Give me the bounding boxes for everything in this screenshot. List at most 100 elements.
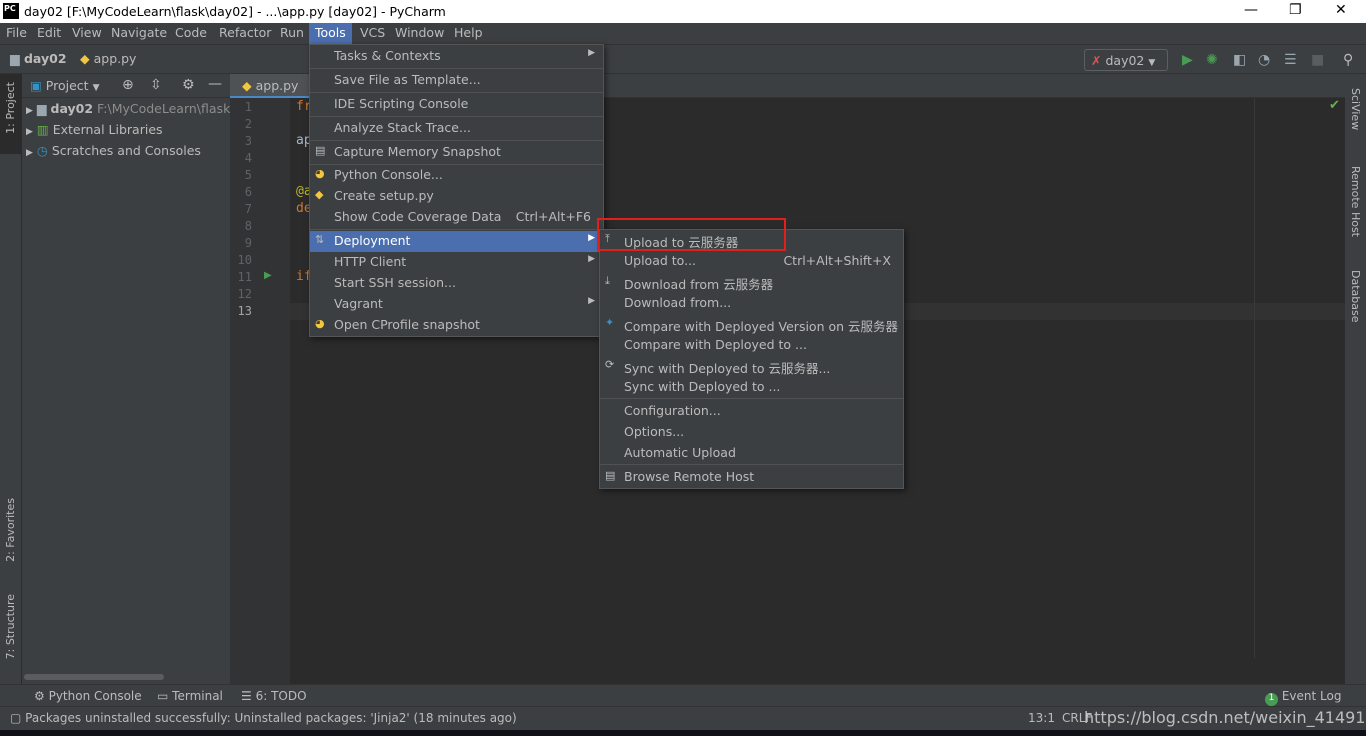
breadcrumb-file[interactable]: ◆ app.py: [80, 51, 136, 66]
menu-separator: [310, 68, 603, 69]
run-config-label: day02: [1105, 53, 1145, 68]
menu-item-tasks-contexts[interactable]: Tasks & Contexts ▶: [310, 46, 603, 67]
event-count-badge: 1: [1265, 693, 1278, 706]
menu-item-browse-remote-host[interactable]: ▤ Browse Remote Host: [600, 467, 903, 488]
menu-vcs[interactable]: VCS: [354, 23, 391, 44]
menu-item-create-setup-py[interactable]: ◆ Create setup.py: [310, 186, 603, 207]
menu-item-label: Sync with Deployed to ...: [624, 379, 781, 394]
shortcut-label: Ctrl+Alt+F6: [515, 209, 591, 224]
menu-refactor[interactable]: Refactor: [213, 23, 277, 44]
status-message[interactable]: ▢ Packages uninstalled successfully: Uni…: [10, 711, 517, 725]
structure-tool-button[interactable]: 7: Structure: [4, 594, 17, 659]
menu-item-compare-with-deployed-to[interactable]: Compare with Deployed to ...: [600, 335, 903, 356]
menu-item-start-ssh-session[interactable]: Start SSH session...: [310, 273, 603, 294]
menu-item-label: Tasks & Contexts: [334, 48, 441, 63]
maximize-icon[interactable]: ❐: [1289, 2, 1302, 18]
menu-view[interactable]: View: [66, 23, 108, 44]
breadcrumb-project-label: day02: [23, 51, 67, 66]
event-log-tool-button[interactable]: 1 Event Log: [1265, 689, 1341, 706]
breadcrumb-project[interactable]: ▆ day02: [10, 51, 67, 66]
python-console-tool-button[interactable]: ⚙ Python Console: [34, 689, 142, 703]
line-number: 7: [244, 202, 252, 216]
coverage-icon[interactable]: ◧: [1233, 52, 1246, 68]
menu-run[interactable]: Run: [274, 23, 310, 44]
menu-item-compare-with-deployed-version-on[interactable]: ✦ Compare with Deployed Version on 云服务器: [600, 314, 903, 335]
menu-item-analyze-stack-trace[interactable]: Analyze Stack Trace...: [310, 118, 603, 139]
project-view-select[interactable]: ▣ Project ▼: [30, 78, 99, 93]
menu-separator: [310, 92, 603, 93]
menu-item-http-client[interactable]: HTTP Client ▶: [310, 252, 603, 273]
run-gutter-icon[interactable]: ▶: [264, 270, 272, 281]
menu-item-show-code-coverage-data[interactable]: Show Code Coverage Data Ctrl+Alt+F6: [310, 207, 603, 228]
menu-item-open-cprofile-snapshot[interactable]: ◕ Open CProfile snapshot: [310, 315, 603, 336]
stop-icon[interactable]: ■: [1311, 52, 1324, 68]
left-tool-strip: 1: Project 2: Favorites 7: Structure: [0, 74, 22, 684]
project-tool-button[interactable]: 1: Project: [4, 82, 17, 134]
locate-icon[interactable]: ⊕: [122, 77, 134, 93]
tree-item-day02[interactable]: ▶ ▆ day02 F:\MyCodeLearn\flask: [26, 101, 230, 122]
menu-help[interactable]: Help: [448, 23, 489, 44]
search-icon[interactable]: ⚲: [1343, 52, 1353, 68]
menu-item-download-from[interactable]: ⤓ Download from 云服务器: [600, 272, 903, 293]
project-panel-header: ▣ Project ▼ ⊕ ⇳ ⚙ —: [22, 74, 230, 98]
menu-item-save-file-as-template[interactable]: Save File as Template...: [310, 70, 603, 91]
menu-item-ide-scripting-console[interactable]: IDE Scripting Console: [310, 94, 603, 115]
minimize-icon[interactable]: —: [1244, 2, 1258, 18]
caret-position[interactable]: 13:1: [1028, 711, 1055, 725]
menu-item-deployment[interactable]: ⇅ Deployment ▶: [310, 231, 603, 252]
submenu-arrow-icon: ▶: [588, 296, 595, 306]
chevron-down-icon: ▼: [92, 83, 100, 93]
collapse-all-icon[interactable]: ⇳: [150, 77, 162, 93]
menu-item-download-from[interactable]: Download from...: [600, 293, 903, 314]
menu-separator: [310, 164, 603, 165]
menu-file[interactable]: File: [0, 23, 33, 44]
hide-icon[interactable]: —: [208, 76, 222, 92]
favorites-tool-button[interactable]: 2: Favorites: [4, 498, 17, 562]
gear-icon[interactable]: ⚙: [182, 77, 195, 93]
profile-icon[interactable]: ◔: [1258, 52, 1270, 68]
tree-item-scratches[interactable]: ▶ ◷ Scratches and Consoles: [26, 143, 201, 164]
tree-item-external-libraries[interactable]: ▶ ▥ External Libraries: [26, 122, 163, 143]
concurrency-icon[interactable]: ☰: [1284, 52, 1297, 68]
menu-code[interactable]: Code: [169, 23, 213, 44]
menu-item-capture-memory-snapshot[interactable]: ▤ Capture Memory Snapshot: [310, 142, 603, 163]
menu-item-configuration[interactable]: Configuration...: [600, 401, 903, 422]
menu-item-sync-with-deployed-to[interactable]: ⟳ Sync with Deployed to 云服务器...: [600, 356, 903, 377]
menu-item-python-console[interactable]: ◕ Python Console...: [310, 165, 603, 186]
menu-edit[interactable]: Edit: [31, 23, 67, 44]
download-icon: ⤓: [605, 274, 610, 287]
tab-app-py[interactable]: ◆ app.py: [230, 74, 312, 98]
tree-item-label: Scratches and Consoles: [51, 143, 201, 158]
watermark: https://blog.csdn.net/weixin_41491142: [1084, 708, 1366, 727]
right-margin: [1254, 98, 1255, 658]
pycharm-logo: PC: [3, 3, 19, 19]
run-config-select[interactable]: ✗ day02 ▼: [1084, 49, 1168, 71]
remote-host-tool-button[interactable]: Remote Host: [1349, 166, 1362, 237]
status-bar: ▢ Packages uninstalled successfully: Uni…: [0, 706, 1366, 730]
menu-item-automatic-upload[interactable]: Automatic Upload: [600, 443, 903, 464]
menu-tools[interactable]: Tools: [309, 23, 352, 44]
expand-arrow-icon: ▶: [26, 127, 33, 137]
database-tool-button[interactable]: Database: [1349, 270, 1362, 323]
python-icon: ⚙: [34, 689, 45, 703]
menu-item-vagrant[interactable]: Vagrant ▶: [310, 294, 603, 315]
todo-tool-button[interactable]: ☰ 6: TODO: [241, 689, 307, 703]
sciview-tool-button[interactable]: SciView: [1349, 88, 1362, 130]
python-icon: ◕: [315, 317, 325, 330]
menu-item-options[interactable]: Options...: [600, 422, 903, 443]
close-icon[interactable]: ✕: [1335, 2, 1347, 18]
menu-separator: [600, 464, 903, 465]
horizontal-scrollbar[interactable]: [24, 674, 164, 680]
line-number: 10: [237, 253, 252, 267]
tree-item-path: F:\MyCodeLearn\flask: [97, 101, 231, 116]
menu-item-label: Compare with Deployed Version on 云服务器: [624, 319, 899, 334]
folder-icon: ▆: [10, 51, 20, 66]
menu-window[interactable]: Window: [389, 23, 450, 44]
menu-item-upload-to[interactable]: Upload to... Ctrl+Alt+Shift+X: [600, 251, 903, 272]
menu-item-sync-with-deployed-to[interactable]: Sync with Deployed to ...: [600, 377, 903, 398]
debug-icon[interactable]: ✺: [1206, 52, 1218, 68]
terminal-tool-button[interactable]: ▭ Terminal: [157, 689, 223, 703]
menu-item-label: Save File as Template...: [334, 72, 481, 87]
run-icon[interactable]: ▶: [1182, 52, 1193, 68]
menu-navigate[interactable]: Navigate: [105, 23, 173, 44]
